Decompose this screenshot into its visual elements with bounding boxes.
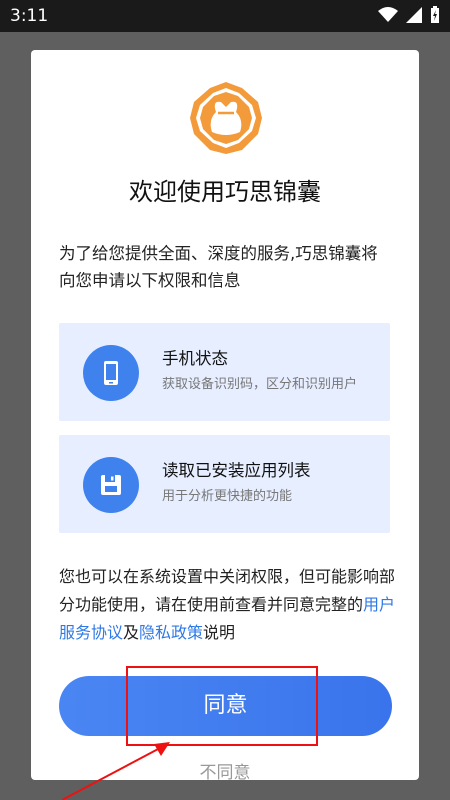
privacy-note: 您也可以在系统设置中关闭权限，但可能影响部分功能使用，请在使用前查看并同意完整的… bbox=[59, 563, 399, 647]
note-prefix: 您也可以在系统设置中关闭权限，但可能影响部分功能使用，请在使用前查看并同意完整的 bbox=[59, 567, 396, 614]
permission-title: 读取已安装应用列表 bbox=[162, 461, 311, 480]
privacy-policy-link[interactable]: 隐私政策 bbox=[139, 623, 203, 642]
status-bar: 3:11 bbox=[0, 0, 450, 32]
note-suffix: 说明 bbox=[203, 623, 236, 642]
status-time: 3:11 bbox=[10, 6, 49, 26]
permission-card-phone-state: 手机状态 获取设备识别码，区分和识别用户 bbox=[59, 323, 390, 421]
save-icon bbox=[83, 457, 139, 513]
battery-charging-icon bbox=[431, 6, 439, 23]
permission-card-app-list: 读取已安装应用列表 用于分析更快捷的功能 bbox=[59, 435, 390, 533]
status-icons bbox=[378, 6, 440, 24]
permission-desc: 用于分析更快捷的功能 bbox=[162, 489, 293, 504]
permission-desc: 获取设备识别码，区分和识别用户 bbox=[162, 377, 358, 392]
app-logo-icon bbox=[190, 82, 262, 154]
note-mid: 及 bbox=[123, 623, 140, 642]
signal-icon bbox=[406, 7, 422, 23]
phone-icon bbox=[83, 345, 139, 401]
permission-title: 手机状态 bbox=[162, 349, 228, 368]
intro-text: 为了给您提供全面、深度的服务,巧思锦囊将向您申请以下权限和信息 bbox=[59, 244, 378, 290]
pointer-arrow bbox=[62, 742, 170, 800]
wifi-icon bbox=[378, 7, 398, 22]
dialog-title: 欢迎使用巧思锦囊 bbox=[129, 178, 321, 206]
